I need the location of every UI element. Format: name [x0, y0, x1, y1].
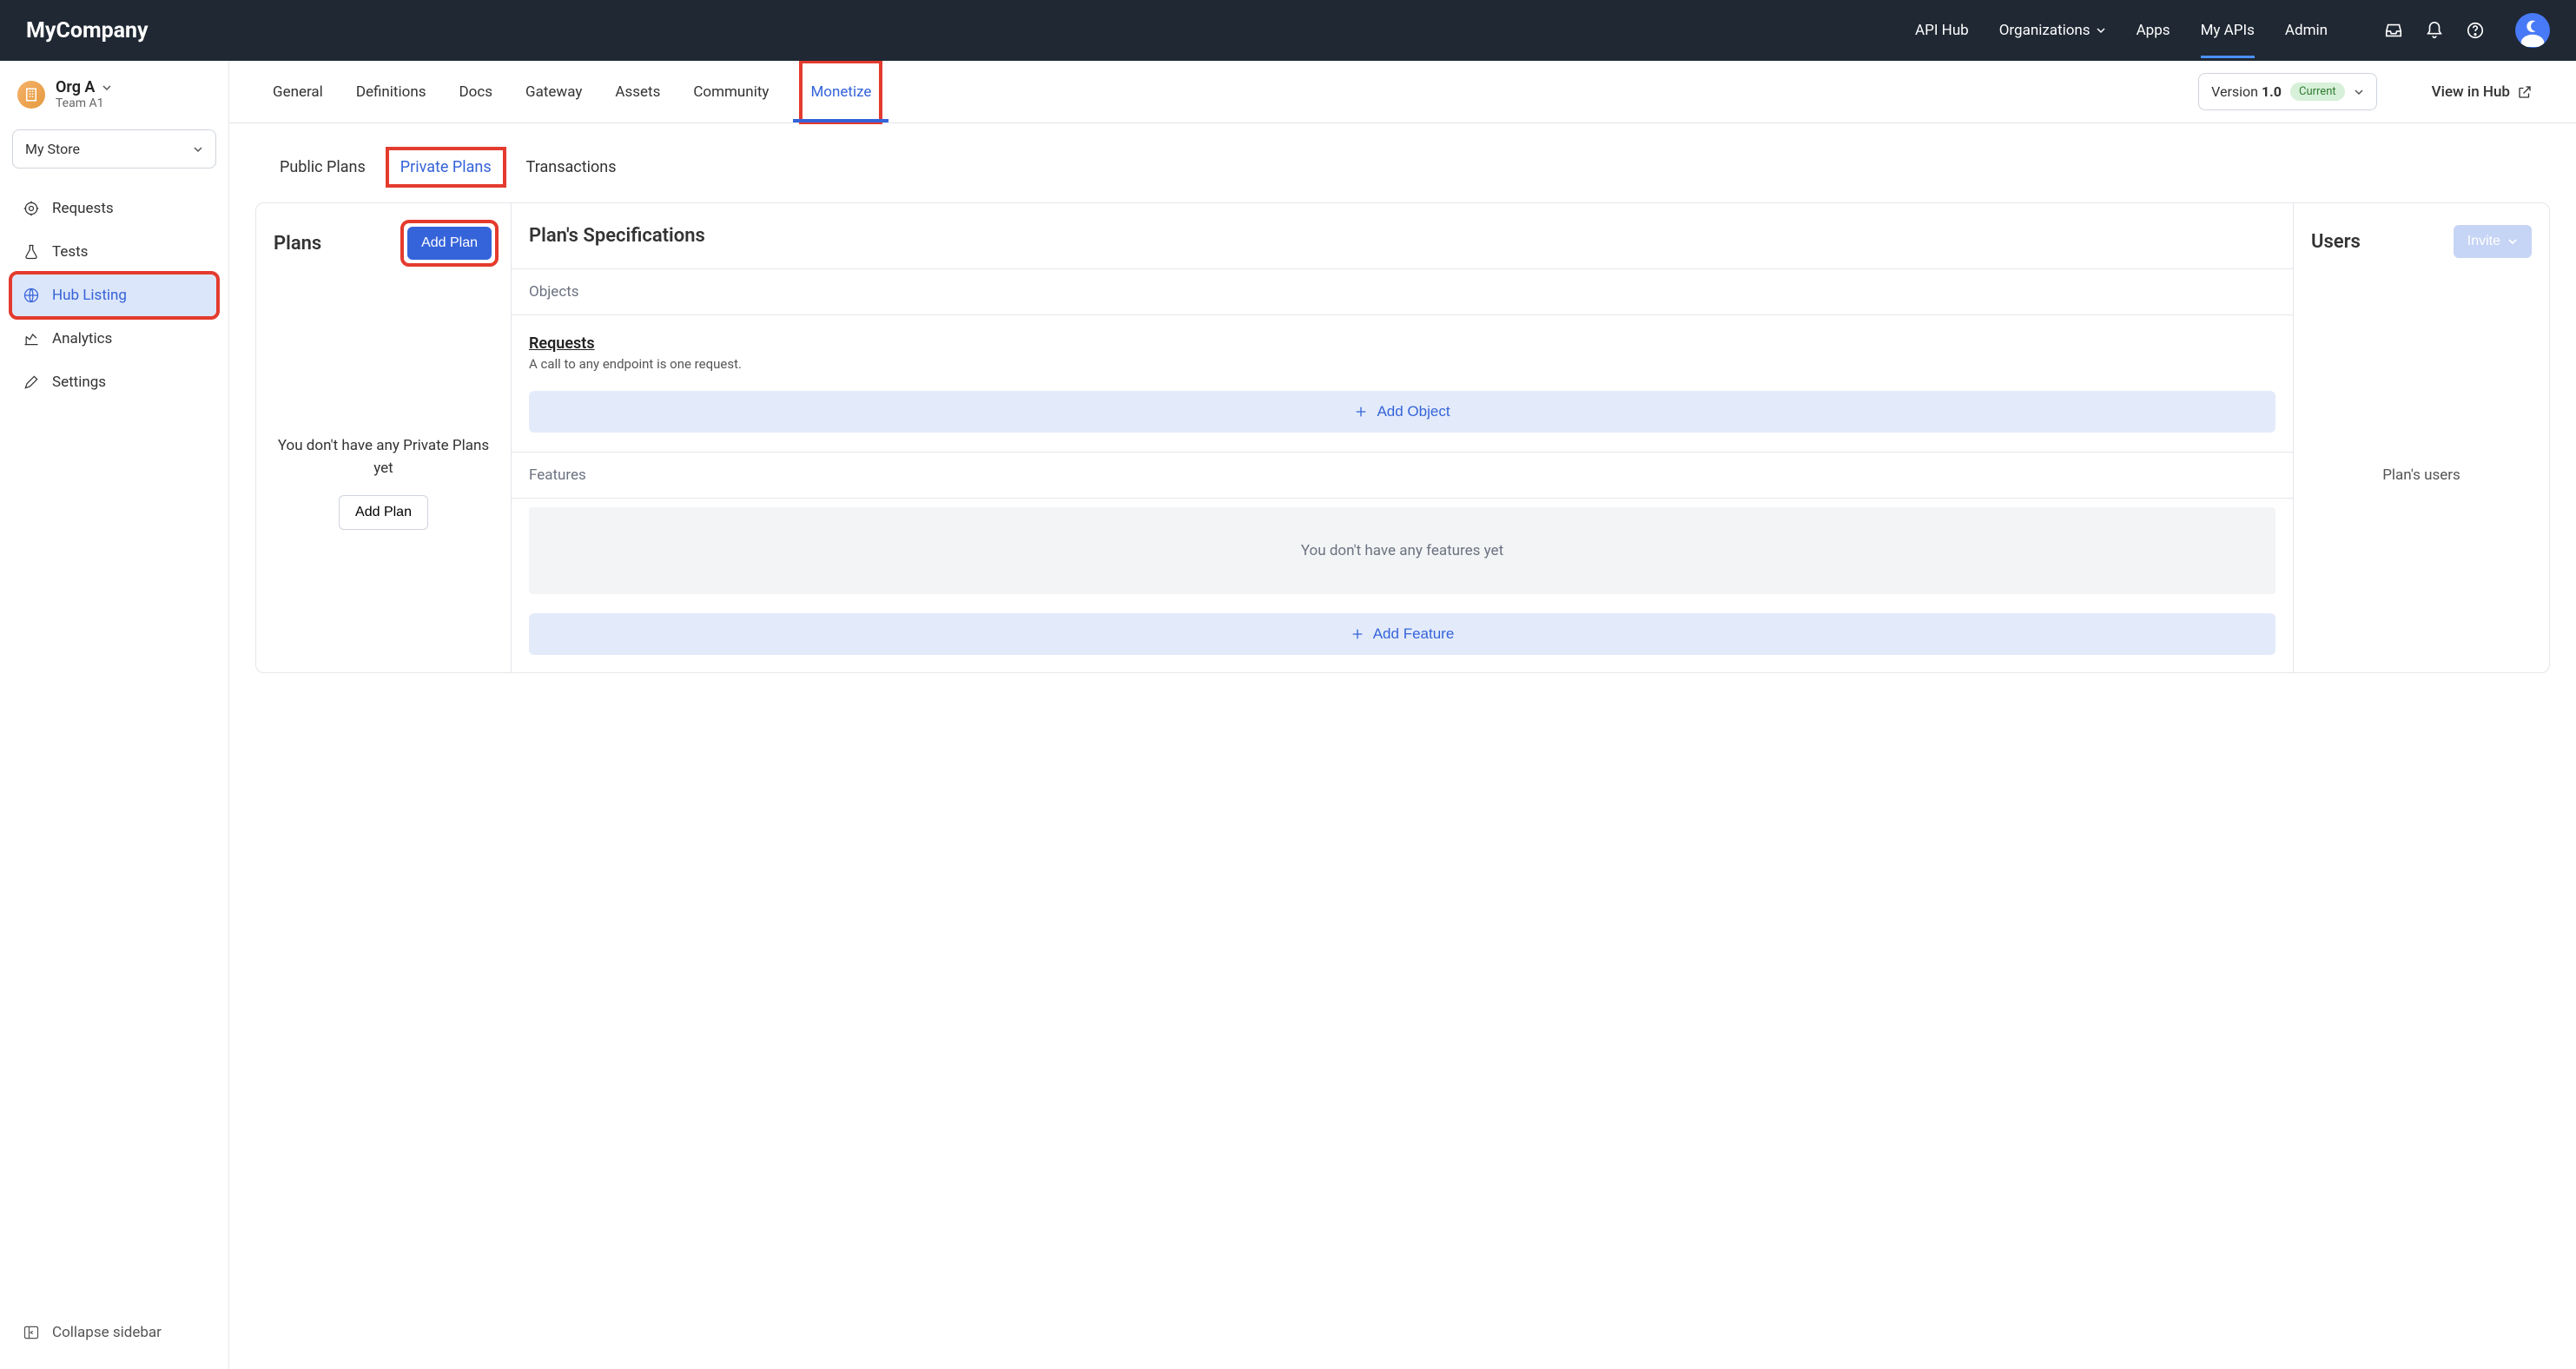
org-icon — [17, 81, 45, 109]
inbox-icon[interactable] — [2384, 21, 2403, 40]
users-empty-text: Plan's users — [2311, 466, 2532, 484]
tab-monetize-label: Monetize — [810, 83, 871, 101]
view-in-hub-label: View in Hub — [2432, 83, 2510, 101]
subtab-private-plans[interactable]: Private Plans — [388, 149, 504, 185]
logo: MyCompany — [26, 18, 149, 43]
plans-panel: Plans Add Plan You don't have any Privat… — [255, 202, 2550, 673]
add-plan-button-secondary[interactable]: Add Plan — [339, 495, 428, 530]
app-header: MyCompany API Hub Organizations Apps My … — [0, 0, 2576, 61]
plans-title: Plans — [274, 233, 321, 255]
spec-title: Plan's Specifications — [512, 203, 2293, 268]
invite-label: Invite — [2467, 234, 2500, 249]
sidebar-item-tests[interactable]: Tests — [12, 231, 216, 273]
invite-button[interactable]: Invite — [2454, 225, 2532, 258]
nav-my-apis-label: My APIs — [2201, 22, 2255, 39]
monetize-subtabs: Public Plans Private Plans Transactions — [229, 123, 2576, 202]
add-feature-label: Add Feature — [1373, 625, 1455, 643]
add-plan-highlight: Add Plan — [406, 225, 493, 261]
subtab-transactions[interactable]: Transactions — [519, 149, 624, 185]
tab-gateway[interactable]: Gateway — [525, 63, 582, 122]
chevron-down-icon — [2507, 236, 2518, 247]
sidebar-item-hub-listing[interactable]: Hub Listing — [12, 274, 216, 316]
external-link-icon — [2517, 84, 2533, 100]
api-tabs: General Definitions Docs Gateway Assets … — [229, 61, 2576, 123]
tab-monetize[interactable]: Monetize — [802, 63, 880, 122]
add-object-button[interactable]: Add Object — [529, 391, 2275, 433]
requests-object-desc: A call to any endpoint is one request. — [529, 356, 2275, 372]
sidebar-item-label: Analytics — [52, 330, 112, 347]
nav-apps-label: Apps — [2137, 22, 2170, 39]
plus-icon — [1354, 405, 1368, 419]
sidebar-item-label: Hub Listing — [52, 287, 127, 304]
sidebar-item-label: Tests — [52, 243, 88, 261]
chevron-down-icon — [2096, 25, 2106, 36]
store-selector[interactable]: My Store — [12, 129, 216, 169]
chevron-down-icon — [193, 144, 203, 155]
chevron-down-icon — [2354, 87, 2364, 97]
org-name: Org A — [56, 78, 95, 96]
pencil-icon — [23, 374, 40, 391]
add-plan-button[interactable]: Add Plan — [407, 227, 492, 260]
spec-column: Plan's Specifications Objects Requests A… — [512, 203, 2294, 672]
objects-section-label: Objects — [512, 268, 2293, 315]
empty-plans-message: You don't have any Private Plans yet Add… — [274, 435, 493, 530]
tab-docs[interactable]: Docs — [459, 63, 492, 122]
sidebar-item-analytics[interactable]: Analytics — [12, 318, 216, 360]
tab-assets[interactable]: Assets — [615, 63, 660, 122]
nav-admin-label: Admin — [2285, 22, 2328, 39]
sidebar-item-label: Requests — [52, 200, 114, 217]
subtab-public-plans[interactable]: Public Plans — [273, 149, 373, 185]
collapse-icon — [23, 1324, 40, 1341]
tab-definitions[interactable]: Definitions — [356, 63, 426, 122]
sidebar: Org A Team A1 My Store Requests Tests Hu… — [0, 61, 229, 1369]
version-selector[interactable]: Version 1.0 Current — [2198, 73, 2376, 110]
nav-api-hub[interactable]: API Hub — [1915, 3, 1969, 58]
users-title: Users — [2311, 231, 2361, 253]
chevron-down-icon — [102, 83, 112, 93]
nav-organizations[interactable]: Organizations — [1999, 3, 2106, 58]
org-selector[interactable]: Org A — [56, 78, 112, 96]
nav-apps[interactable]: Apps — [2137, 3, 2170, 58]
bell-icon[interactable] — [2425, 21, 2444, 40]
view-in-hub-link[interactable]: View in Hub — [2432, 83, 2533, 101]
nav-organizations-label: Organizations — [1999, 22, 2091, 39]
store-name: My Store — [25, 141, 80, 157]
sidebar-item-label: Settings — [52, 374, 106, 391]
team-name: Team A1 — [56, 96, 112, 110]
current-badge: Current — [2290, 83, 2345, 101]
features-section-label: Features — [512, 452, 2293, 499]
nav-my-apis[interactable]: My APIs — [2201, 3, 2255, 58]
sidebar-item-requests[interactable]: Requests — [12, 188, 216, 229]
add-feature-button[interactable]: Add Feature — [529, 613, 2275, 655]
help-icon[interactable] — [2466, 21, 2485, 40]
empty-plans-text: You don't have any Private Plans yet — [274, 435, 493, 479]
target-icon — [23, 200, 40, 217]
plans-column: Plans Add Plan You don't have any Privat… — [256, 203, 512, 672]
flask-icon — [23, 243, 40, 261]
users-column: Users Invite Plan's users — [2294, 203, 2549, 672]
user-avatar[interactable] — [2515, 13, 2550, 48]
version-text: Version 1.0 — [2211, 83, 2282, 100]
requests-object-title[interactable]: Requests — [529, 334, 2275, 353]
nav-admin[interactable]: Admin — [2285, 3, 2328, 58]
chart-icon — [23, 330, 40, 347]
sidebar-item-settings[interactable]: Settings — [12, 361, 216, 403]
tab-general[interactable]: General — [273, 63, 323, 122]
add-object-label: Add Object — [1377, 403, 1450, 420]
globe-icon — [23, 287, 40, 304]
collapse-label: Collapse sidebar — [52, 1324, 162, 1341]
tab-community[interactable]: Community — [693, 63, 769, 122]
nav-api-hub-label: API Hub — [1915, 22, 1969, 39]
collapse-sidebar[interactable]: Collapse sidebar — [12, 1313, 216, 1352]
empty-features-message: You don't have any features yet — [529, 507, 2275, 594]
plus-icon — [1351, 627, 1364, 641]
